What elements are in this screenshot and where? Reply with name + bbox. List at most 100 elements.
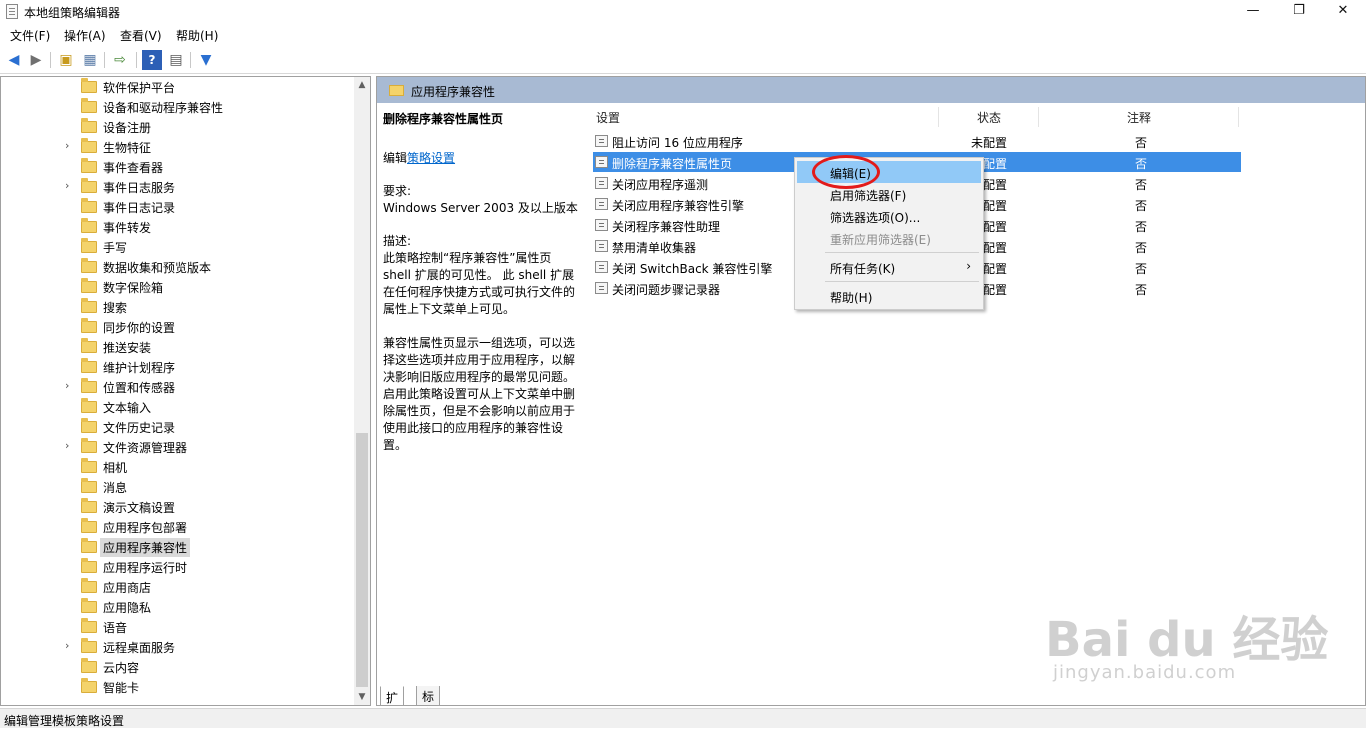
tree-item[interactable]: › 事件日志服务 — [1, 177, 355, 197]
scroll-up-icon[interactable]: ▲ — [354, 77, 370, 93]
tree-item-label: 文本输入 — [103, 401, 152, 415]
column-header-comment[interactable]: 注释 — [1127, 109, 1151, 126]
policy-tree-pane[interactable]: 软件保护平台 设备和驱动程序兼容性设备注册 › 生物特征事件查看器 › 事件日志服务 事件日… — [0, 76, 371, 706]
menu-help[interactable]: 帮助(H) — [176, 27, 218, 44]
tree-item[interactable]: 应用隐私 — [1, 597, 355, 617]
folder-icon — [81, 138, 97, 153]
tree-item[interactable]: 消息 — [1, 477, 355, 497]
restore-button[interactable]: ❐ — [1276, 0, 1322, 24]
tree-item[interactable]: 设备注册 — [1, 117, 355, 137]
folder-icon — [81, 158, 97, 173]
tree-item[interactable]: 软件保护平台 — [1, 77, 355, 97]
folder-icon — [81, 678, 97, 693]
tree-item[interactable]: 数字保险箱 — [1, 277, 355, 297]
tree-item-label: 应用程序运行时 — [103, 561, 188, 575]
tree-item[interactable]: 应用程序运行时 — [1, 557, 355, 577]
expand-chevron-icon[interactable]: › — [65, 379, 69, 392]
tree-item[interactable]: 推送安装 — [1, 337, 355, 357]
expand-chevron-icon[interactable]: › — [65, 179, 69, 192]
export-list-icon[interactable]: ⇨ — [110, 50, 130, 70]
tree-item[interactable]: 事件日志记录 — [1, 197, 355, 217]
minimize-button[interactable]: — — [1230, 0, 1276, 24]
edit-policy-link[interactable]: 策略设置 — [407, 151, 455, 165]
setting-row[interactable]: 阻止访问 16 位应用程序 未配置 否 — [593, 131, 1241, 151]
menu-view[interactable]: 查看(V) — [120, 27, 162, 44]
menu-item-enable-filter[interactable]: 启用筛选器(F) — [797, 183, 981, 205]
tree-item-label: 消息 — [103, 481, 128, 495]
menu-action[interactable]: 操作(A) — [64, 27, 106, 44]
tree-item-label: 数据收集和预览版本 — [103, 261, 212, 275]
tree-item-label: 事件转发 — [103, 221, 152, 235]
tab-extended[interactable]: 扩展 — [380, 686, 405, 722]
tree-item-label: 应用程序包部署 — [103, 521, 188, 535]
tree-item[interactable]: 数据收集和预览版本 — [1, 257, 355, 277]
tree-item[interactable]: › 远程桌面服务 — [1, 637, 355, 657]
tree-item[interactable]: 搜索 — [1, 297, 355, 317]
up-folder-icon[interactable]: ▣ — [56, 50, 76, 70]
tree-item-label: 数字保险箱 — [103, 281, 164, 295]
menu-item-help[interactable]: 帮助(H) — [797, 285, 981, 307]
policy-setting-icon — [595, 198, 608, 210]
show-hide-tree-icon[interactable]: ▦ — [80, 50, 100, 70]
scroll-down-icon[interactable]: ▼ — [354, 689, 370, 705]
tree-item[interactable]: 同步你的设置 — [1, 317, 355, 337]
tree-item[interactable]: 应用程序包部署 — [1, 517, 355, 537]
tree-item-label: 应用隐私 — [103, 601, 152, 615]
menu-separator — [825, 252, 979, 253]
tree-item-label: 事件查看器 — [103, 161, 164, 175]
policy-setting-icon — [595, 177, 608, 189]
folder-icon — [81, 318, 97, 333]
tree-item[interactable]: 事件查看器 — [1, 157, 355, 177]
description-text: 此策略控制“程序兼容性”属性页 shell 扩展的可见性。 此 shell 扩展… — [383, 251, 576, 316]
tree-scrollbar[interactable]: ▲ ▼ — [354, 77, 370, 705]
tab-standard[interactable]: 标准 — [416, 686, 441, 721]
menu-item-enable-filter-label: 启用筛选器(F) — [830, 189, 907, 203]
requirement-label: 要求: — [383, 184, 412, 198]
tree-item[interactable]: 应用程序兼容性 — [1, 537, 355, 557]
tree-item[interactable]: 设备和驱动程序兼容性 — [1, 97, 355, 117]
policy-setting-icon — [595, 240, 608, 252]
tree-item[interactable]: › 文件资源管理器 — [1, 437, 355, 457]
properties-icon[interactable]: ▤ — [166, 50, 186, 70]
setting-name: 关闭程序兼容性助理 — [612, 220, 721, 234]
tree-item[interactable]: 文本输入 — [1, 397, 355, 417]
setting-comment: 否 — [1135, 136, 1148, 150]
expand-chevron-icon[interactable]: › — [65, 139, 69, 152]
tree-item[interactable]: › 生物特征 — [1, 137, 355, 157]
column-header-state[interactable]: 状态 — [977, 109, 1001, 126]
tree-item[interactable]: 相机 — [1, 457, 355, 477]
folder-icon — [81, 378, 97, 393]
setting-comment: 否 — [1135, 157, 1148, 171]
filter-icon[interactable]: ▼ — [196, 50, 216, 70]
menu-file[interactable]: 文件(F) — [10, 27, 50, 44]
expand-chevron-icon[interactable]: › — [65, 439, 69, 452]
menu-item-filter-options[interactable]: 筛选器选项(O)... — [797, 205, 981, 227]
close-button[interactable]: ✕ — [1320, 0, 1366, 24]
tree-item-label: 推送安装 — [103, 341, 152, 355]
tree-item[interactable]: › 位置和传感器 — [1, 377, 355, 397]
column-header-setting[interactable]: 设置 — [596, 109, 620, 126]
tree-item[interactable]: 语音 — [1, 617, 355, 637]
folder-icon — [81, 338, 97, 353]
setting-comment: 否 — [1135, 262, 1148, 276]
menu-item-all-tasks[interactable]: 所有任务(K) › — [797, 256, 981, 278]
scroll-thumb[interactable] — [356, 433, 368, 687]
forward-arrow-icon[interactable]: ▶ — [26, 50, 46, 70]
column-separator — [938, 107, 939, 127]
menu-separator — [825, 281, 979, 282]
tree-item[interactable]: 应用商店 — [1, 577, 355, 597]
expand-chevron-icon[interactable]: › — [65, 639, 69, 652]
tree-item[interactable]: 事件转发 — [1, 217, 355, 237]
folder-icon — [81, 618, 97, 633]
tree-item[interactable]: 智能卡 — [1, 677, 355, 697]
folder-icon — [81, 478, 97, 493]
tree-item[interactable]: 维护计划程序 — [1, 357, 355, 377]
tree-item-label: 文件资源管理器 — [103, 441, 188, 455]
tree-item[interactable]: 文件历史记录 — [1, 417, 355, 437]
tree-item[interactable]: 手写 — [1, 237, 355, 257]
back-arrow-icon[interactable]: ◀ — [4, 50, 24, 70]
tree-item[interactable]: 云内容 — [1, 657, 355, 677]
help-icon[interactable]: ? — [142, 50, 162, 70]
tree-item[interactable]: 演示文稿设置 — [1, 497, 355, 517]
tree-item-label: 设备注册 — [103, 121, 152, 135]
